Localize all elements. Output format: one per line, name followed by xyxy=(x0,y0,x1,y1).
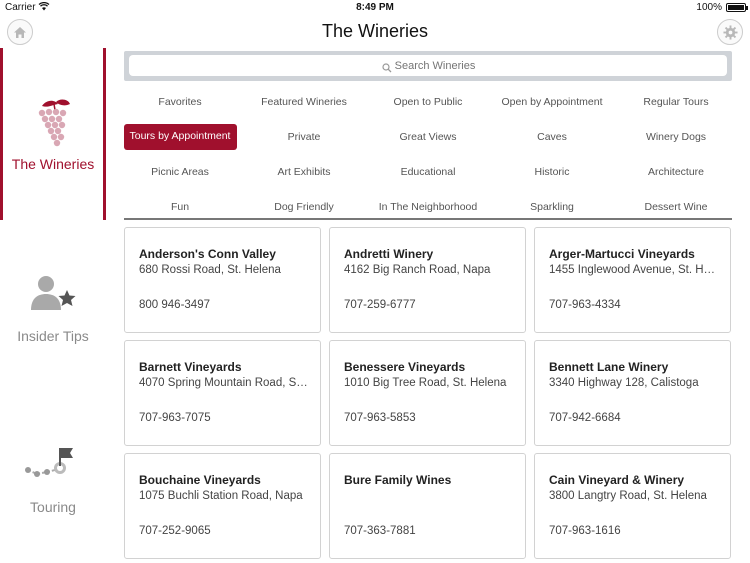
winery-phone: 707-942-6684 xyxy=(549,412,621,424)
page-title: The Wineries xyxy=(321,21,429,41)
status-bar: Carrier 8:49 PM 100% xyxy=(0,0,750,16)
winery-card[interactable]: Arger-Martucci Vineyards 1455 Inglewood A… xyxy=(534,227,731,333)
winery-name: Andretti Winery xyxy=(344,247,434,261)
winery-name: Anderson's Conn Valley xyxy=(139,247,276,261)
winery-address: 3340 Highway 128, Calistoga xyxy=(549,377,699,389)
winery-name: Benessere Vineyards xyxy=(344,360,466,374)
filter-option[interactable]: Open to Public xyxy=(366,84,490,119)
gear-icon xyxy=(722,24,738,40)
winery-name: Bennett Lane Winery xyxy=(549,360,669,374)
filter-label: Fun xyxy=(170,200,190,213)
winery-name: Barnett Vineyards xyxy=(139,360,242,374)
sidebar-item-the-wineries[interactable]: The Wineries xyxy=(0,48,106,220)
winery-address: 1075 Buchli Station Road, Napa xyxy=(139,490,303,502)
winery-address: 4070 Spring Mountain Road, St.… xyxy=(139,377,310,389)
filter-option[interactable]: Architecture xyxy=(614,154,738,189)
sidebar: The Wineries Insider Tips Touring xyxy=(0,48,106,563)
filter-option[interactable]: Art Exhibits xyxy=(242,154,366,189)
filter-label: Private xyxy=(287,130,321,143)
winery-address: 4162 Big Ranch Road, Napa xyxy=(344,264,491,276)
winery-phone: 707-259-6777 xyxy=(344,299,416,311)
sidebar-item-label: The Wineries xyxy=(11,156,95,172)
filter-label: Favorites xyxy=(158,95,202,108)
battery-icon xyxy=(726,3,748,12)
filter-option[interactable]: Open by Appointment xyxy=(490,84,614,119)
filter-label: Featured Wineries xyxy=(261,95,347,108)
filter-grid: Favorites Featured Wineries Open to Public… xyxy=(118,84,738,216)
winery-address: 1455 Inglewood Avenue, St. Hel… xyxy=(549,264,720,276)
winery-card[interactable]: Bennett Lane Winery 3340 Highway 128, Cal… xyxy=(534,340,731,446)
winery-phone: 800 946-3497 xyxy=(139,299,210,311)
filter-label: Open to Public xyxy=(393,95,463,108)
search-bar xyxy=(124,51,732,81)
winery-phone: 707-963-7075 xyxy=(139,412,211,424)
filter-label: Educational xyxy=(400,165,456,178)
winery-name: Arger-Martucci Vineyards xyxy=(549,247,695,261)
filter-option[interactable]: Regular Tours xyxy=(614,84,738,119)
winery-card[interactable]: Anderson's Conn Valley 680 Rossi Road, St… xyxy=(124,227,321,333)
winery-phone: 707-363-7881 xyxy=(344,525,416,537)
winery-address: 1010 Big Tree Road, St. Helena xyxy=(344,377,507,389)
sidebar-item-label: Insider Tips xyxy=(17,328,89,344)
filter-label: Dog Friendly xyxy=(274,200,334,213)
filter-option[interactable]: Featured Wineries xyxy=(242,84,366,119)
filter-label: Historic xyxy=(534,165,570,178)
route-flag-icon xyxy=(23,445,83,488)
filter-option[interactable]: Private xyxy=(242,119,366,154)
filter-option[interactable]: Favorites xyxy=(118,84,242,119)
filter-label: Art Exhibits xyxy=(277,165,331,178)
filter-label: Picnic Areas xyxy=(151,165,209,178)
sidebar-item-label: Touring xyxy=(30,499,76,515)
grapes-icon xyxy=(28,96,78,153)
person-star-icon xyxy=(28,272,78,317)
filter-option[interactable]: Picnic Areas xyxy=(118,154,242,189)
search-icon xyxy=(382,60,392,78)
winery-address: 3800 Langtry Road, St. Helena xyxy=(549,490,707,502)
divider xyxy=(124,218,732,220)
filter-label: Dessert Wine xyxy=(644,200,708,213)
battery-percent: 100% xyxy=(696,2,722,13)
header: The Wineries xyxy=(0,16,750,48)
winery-card[interactable]: Bure Family Wines 707-363-7881 xyxy=(329,453,526,559)
winery-card[interactable]: Cain Vineyard & Winery 3800 Langtry Road,… xyxy=(534,453,731,559)
winery-phone: 707-963-1616 xyxy=(549,525,621,537)
filter-option[interactable]: Caves xyxy=(490,119,614,154)
winery-card[interactable]: Andretti Winery 4162 Big Ranch Road, Napa… xyxy=(329,227,526,333)
winery-phone: 707-252-9065 xyxy=(139,525,211,537)
winery-phone: 707-963-4334 xyxy=(549,299,621,311)
filter-option[interactable]: Tours by Appointment xyxy=(118,119,242,154)
filter-label: Winery Dogs xyxy=(645,130,707,143)
filter-label: Sparkling xyxy=(530,200,574,213)
sidebar-item-insider-tips[interactable]: Insider Tips xyxy=(0,268,106,348)
winery-card[interactable]: Benessere Vineyards 1010 Big Tree Road, S… xyxy=(329,340,526,446)
winery-name: Bure Family Wines xyxy=(344,473,452,487)
filter-label: Open by Appointment xyxy=(501,95,603,108)
filter-option[interactable]: Great Views xyxy=(366,119,490,154)
status-time: 8:49 PM xyxy=(356,2,394,13)
winery-name: Cain Vineyard & Winery xyxy=(549,473,685,487)
search-input[interactable] xyxy=(129,55,727,76)
filter-label: In The Neighborhood xyxy=(378,200,478,213)
filter-label: Great Views xyxy=(399,130,457,143)
winery-phone: 707-963-5853 xyxy=(344,412,416,424)
filter-label: Caves xyxy=(537,130,567,143)
settings-button[interactable] xyxy=(717,19,743,45)
filter-option[interactable]: Winery Dogs xyxy=(614,119,738,154)
winery-name: Bouchaine Vineyards xyxy=(139,473,261,487)
winery-card[interactable]: Bouchaine Vineyards 1075 Buchli Station R… xyxy=(124,453,321,559)
filter-option[interactable]: Historic xyxy=(490,154,614,189)
winery-card[interactable]: Barnett Vineyards 4070 Spring Mountain Ro… xyxy=(124,340,321,446)
winery-address: 680 Rossi Road, St. Helena xyxy=(139,264,281,276)
filter-label: Tours by Appointment xyxy=(123,123,237,150)
filter-label: Architecture xyxy=(647,165,705,178)
sidebar-item-touring[interactable]: Touring xyxy=(0,443,106,523)
filter-option[interactable]: Educational xyxy=(366,154,490,189)
filter-label: Regular Tours xyxy=(643,95,709,108)
